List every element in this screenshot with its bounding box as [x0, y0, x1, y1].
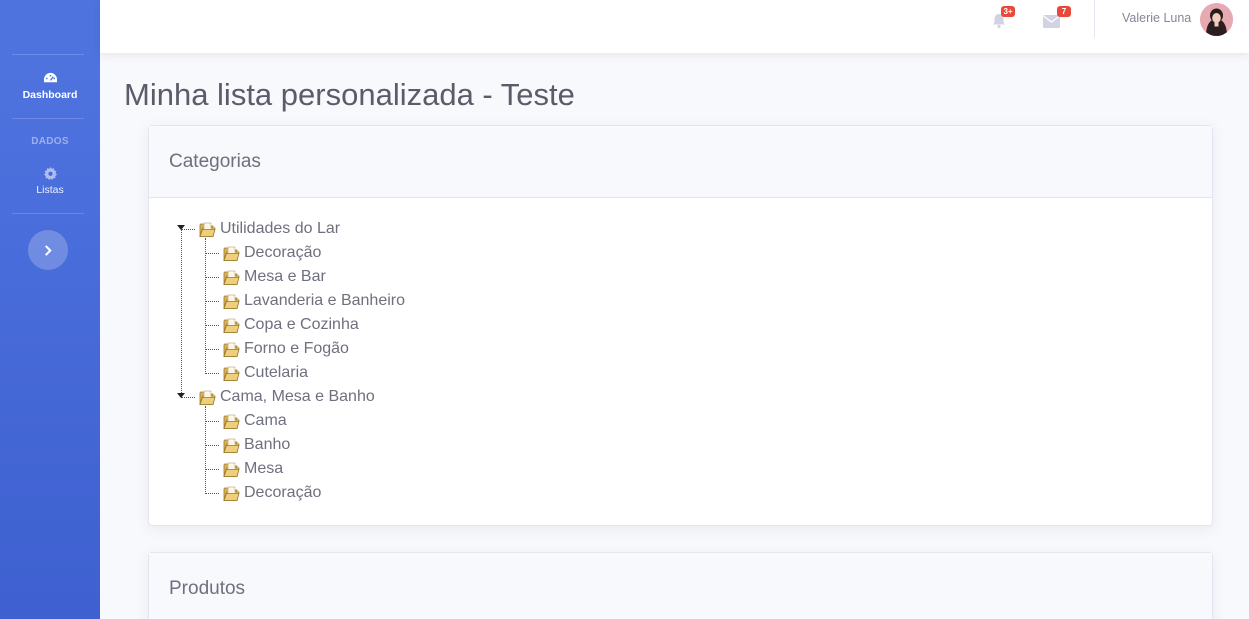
alerts-button[interactable]: 3+ — [990, 6, 1015, 31]
alerts-count-badge: 3+ — [1001, 6, 1015, 17]
folder-icon — [223, 365, 240, 382]
folder-icon — [199, 389, 216, 406]
tree-node[interactable]: Cutelaria — [223, 362, 308, 384]
chevron-right-icon — [44, 244, 52, 256]
tree-connector — [205, 445, 219, 446]
envelope-icon — [1043, 15, 1060, 28]
tree-connector — [205, 349, 219, 350]
folder-icon — [223, 413, 240, 430]
tree-node-group[interactable]: Utilidades do Lar — [199, 218, 340, 240]
tree-node-label: Decoração — [244, 244, 322, 261]
folder-icon — [223, 437, 240, 454]
folder-icon — [223, 317, 240, 334]
card-title: Produtos — [169, 577, 246, 599]
tree-connector — [205, 277, 219, 278]
categories-card: Categorias Utilidades do Lar Decoração M… — [148, 125, 1213, 526]
sidebar-divider — [12, 118, 84, 119]
folder-icon — [223, 485, 240, 502]
tachometer-icon — [43, 72, 57, 83]
folder-icon — [223, 269, 240, 286]
messages-count-badge: 7 — [1057, 6, 1071, 17]
folder-icon — [223, 461, 240, 478]
tree-node-label: Mesa — [244, 460, 284, 477]
tree-connector — [205, 253, 219, 254]
page-title: Minha lista personalizada - Teste — [124, 77, 575, 112]
tree-node-label: Cama, Mesa e Banho — [220, 388, 375, 405]
tree-connector — [181, 229, 182, 397]
sidebar: Dashboard DADOS Listas — [0, 0, 100, 619]
tree-node-label: Decoração — [244, 484, 322, 501]
topbar-divider — [1094, 0, 1095, 38]
tree-connector — [205, 469, 219, 470]
user-name[interactable]: Valerie Luna — [1122, 11, 1191, 25]
sidebar-item-dashboard[interactable]: Dashboard — [0, 72, 100, 101]
tree-connector — [205, 238, 206, 374]
tree-node[interactable]: Decoração — [223, 482, 321, 504]
gear-icon — [43, 167, 57, 180]
folder-icon — [199, 221, 216, 238]
tree-node-label: Lavanderia e Banheiro — [244, 292, 406, 309]
tree-node-label: Cutelaria — [244, 364, 309, 381]
tree-node[interactable]: Forno e Fogão — [223, 338, 349, 360]
tree-node-label: Mesa e Bar — [244, 268, 326, 285]
tree-connector — [205, 373, 219, 374]
sidebar-item-label: Dashboard — [22, 89, 78, 101]
folder-icon — [223, 293, 240, 310]
messages-button[interactable]: 7 — [1042, 6, 1071, 31]
card-header: Produtos — [149, 553, 1212, 619]
sidebar-divider — [12, 213, 84, 214]
tree-node[interactable]: Mesa e Bar — [223, 266, 326, 288]
collapse-toggle[interactable] — [177, 225, 185, 230]
folder-icon — [223, 341, 240, 358]
tree-node-label: Forno e Fogão — [244, 340, 349, 357]
sidebar-divider — [12, 54, 84, 55]
card-header: Categorias — [149, 126, 1212, 198]
tree-connector — [205, 325, 219, 326]
tree-connector — [205, 406, 206, 494]
tree-node-label: Cama — [244, 412, 287, 429]
tree-connector — [205, 493, 219, 494]
tree-connector — [205, 301, 219, 302]
category-tree: Utilidades do Lar Decoração Mesa e Bar L… — [149, 198, 1212, 526]
tree-node[interactable]: Lavanderia e Banheiro — [223, 290, 405, 312]
sidebar-item-label: Listas — [36, 184, 64, 196]
sidebar-heading: DADOS — [31, 136, 69, 147]
topbar: 3+ 7 Valerie Luna — [100, 0, 1249, 53]
user-avatar[interactable] — [1200, 3, 1233, 36]
tree-node-label: Copa e Cozinha — [244, 316, 359, 333]
tree-node-group[interactable]: Cama, Mesa e Banho — [199, 386, 375, 408]
tree-node[interactable]: Cama — [223, 410, 287, 432]
tree-node[interactable]: Mesa — [223, 458, 283, 480]
tree-node[interactable]: Decoração — [223, 242, 321, 264]
tree-node-label: Banho — [244, 436, 291, 453]
products-card: Produtos — [148, 552, 1213, 619]
collapse-toggle[interactable] — [177, 393, 185, 398]
tree-node[interactable]: Copa e Cozinha — [223, 314, 359, 336]
card-title: Categorias — [169, 150, 261, 172]
tree-node[interactable]: Banho — [223, 434, 290, 456]
folder-icon — [223, 245, 240, 262]
avatar-image — [1200, 3, 1233, 36]
sidebar-toggle-button[interactable] — [28, 230, 68, 270]
tree-connector — [205, 421, 219, 422]
tree-node-label: Utilidades do Lar — [220, 220, 341, 237]
sidebar-item-listas[interactable]: Listas — [0, 167, 100, 196]
